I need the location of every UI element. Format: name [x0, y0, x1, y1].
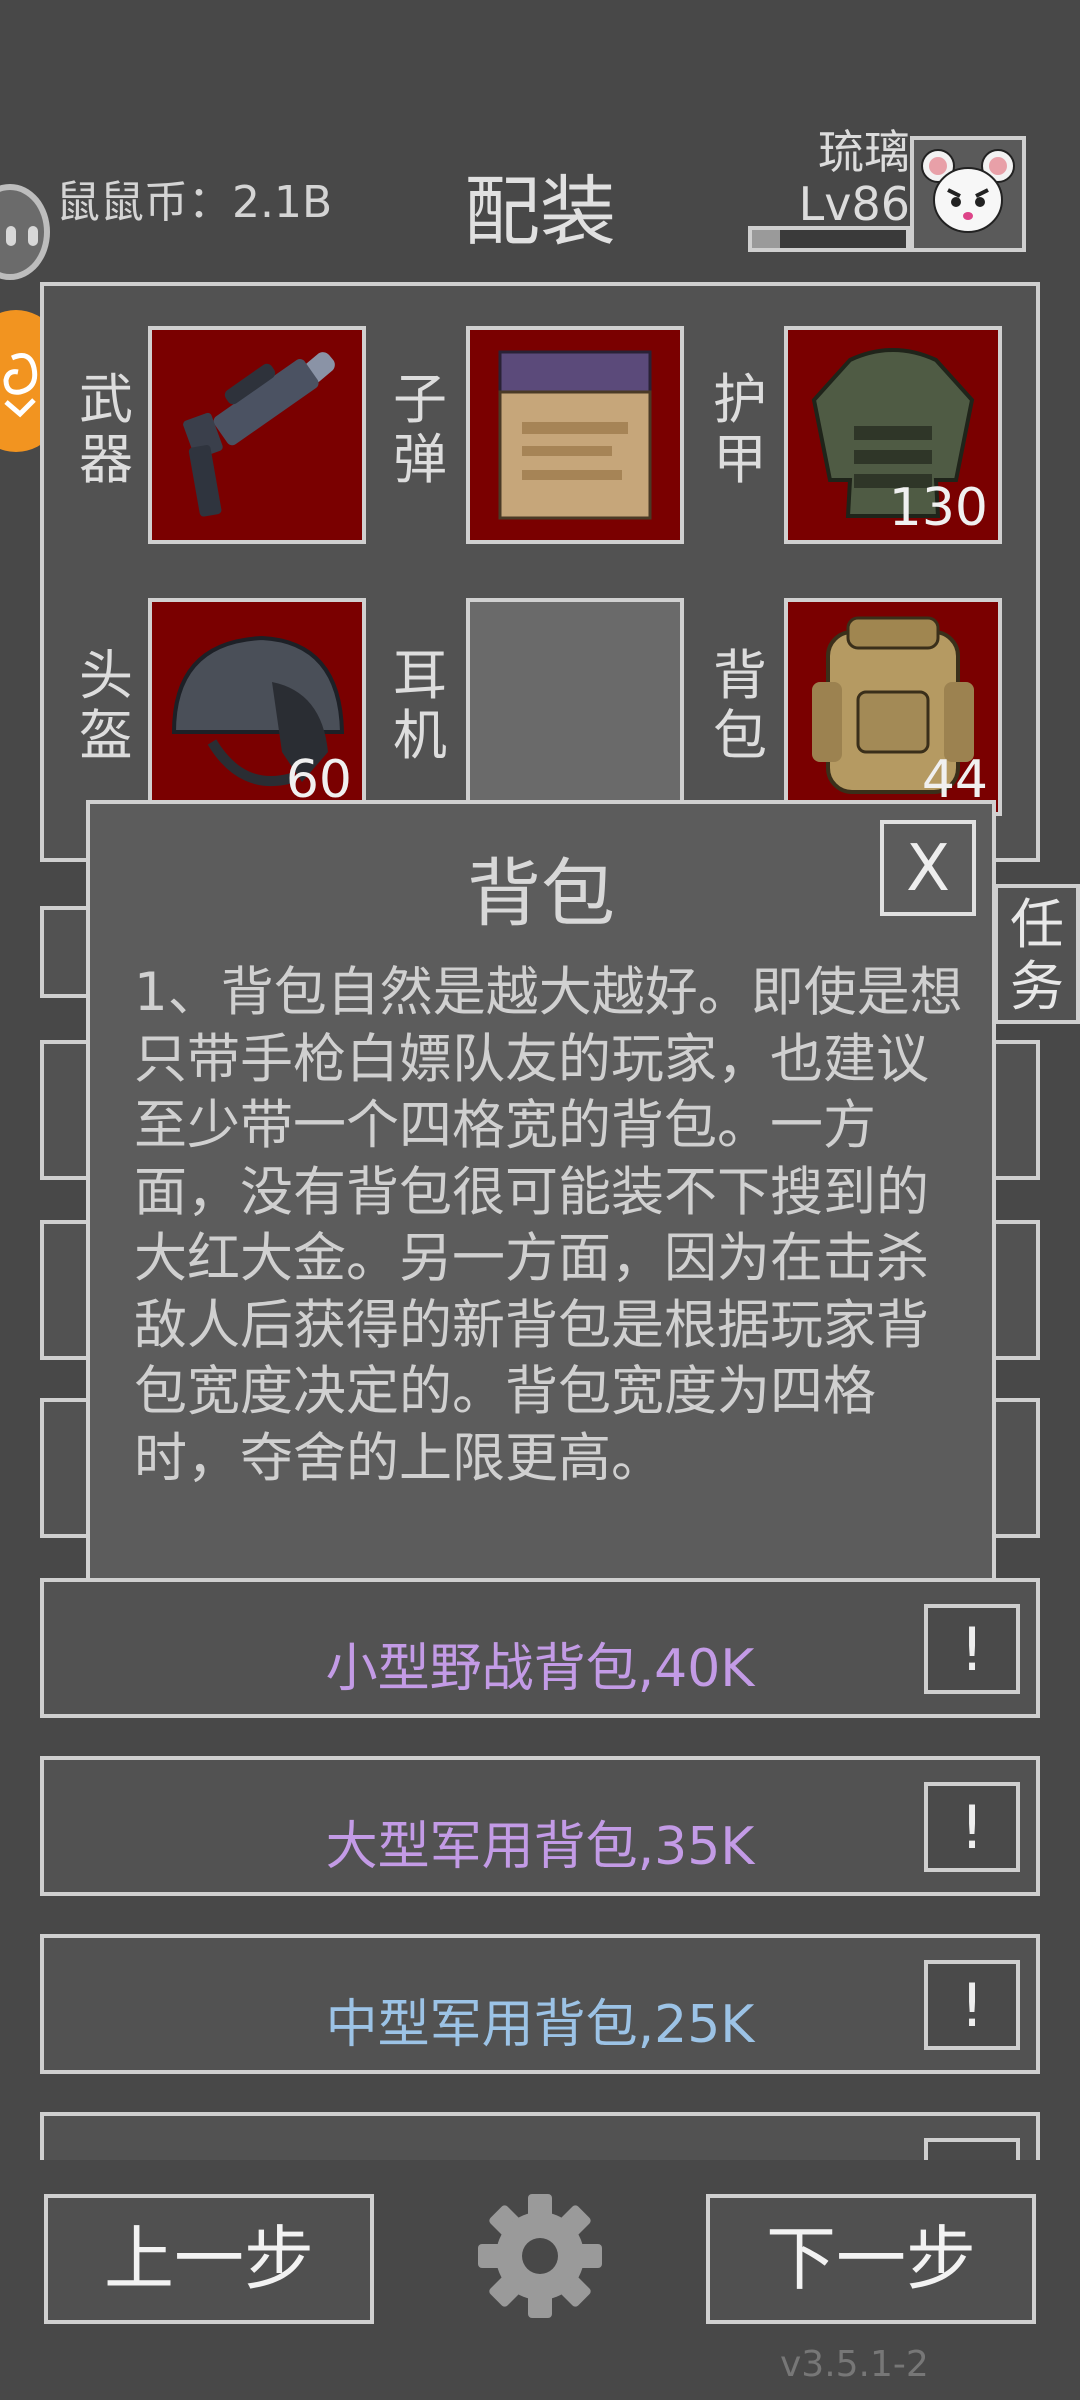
level-progress-bar — [748, 226, 910, 252]
dialog-body: 1、背包自然是越大越好。即使是想只带手枪白嫖队友的玩家，也建议至少带一个四格宽的… — [134, 962, 963, 1489]
previous-step-button[interactable]: 上一步 — [44, 2194, 374, 2324]
player-name: 琉璃 — [818, 125, 910, 179]
avatar[interactable] — [910, 136, 1026, 252]
list-item-medium-military-backpack[interactable]: 中型军用背包,25K ! — [40, 1934, 1040, 2074]
dialog-title: 背包 — [467, 851, 615, 937]
level-progress-fill — [752, 230, 780, 248]
item-name: 中型军用背包,25K — [325, 1995, 755, 2055]
armor-slot[interactable]: 130 — [784, 326, 1002, 544]
player-level: Lv86 — [798, 177, 910, 231]
armor-durability: 130 — [888, 478, 988, 538]
helmet-slot[interactable]: 60 — [148, 598, 366, 816]
gear-icon — [478, 2194, 602, 2318]
mouse-avatar-icon — [921, 149, 1015, 233]
ammo-slot[interactable] — [466, 326, 684, 544]
info-button[interactable]: ! — [924, 1782, 1020, 1872]
info-button[interactable]: ! — [924, 1604, 1020, 1694]
list-item-small-field-backpack[interactable]: 小型野战背包,40K ! — [40, 1578, 1040, 1718]
info-dialog: 背包 X 1、背包自然是越大越好。即使是想只带手枪白嫖队友的玩家，也建议至少带一… — [86, 800, 996, 1598]
rifle-icon — [183, 352, 335, 517]
backpack-slot-label: 背包 — [713, 644, 767, 767]
backpack-slot[interactable]: 44 — [784, 598, 1002, 816]
ammo-box-icon — [498, 350, 652, 520]
info-button[interactable]: ! — [924, 1960, 1020, 2050]
settings-button[interactable] — [474, 2190, 606, 2322]
headset-slot[interactable] — [466, 598, 684, 816]
helmet-slot-label: 头盔 — [79, 644, 133, 767]
list-item-large-military-backpack[interactable]: 大型军用背包,35K ! — [40, 1756, 1040, 1896]
headset-slot-label: 耳机 — [393, 644, 447, 767]
player-info: 琉璃 Lv86 — [799, 126, 910, 230]
next-step-button[interactable]: 下一步 — [706, 2194, 1036, 2324]
weapon-slot[interactable] — [148, 326, 366, 544]
item-name: 大型军用背包,35K — [325, 1817, 755, 1877]
version-label: v3.5.1-2 — [780, 2344, 929, 2385]
weapon-slot-label: 武器 — [79, 368, 133, 491]
ammo-slot-label: 子弹 — [393, 368, 447, 491]
item-name: 小型野战背包,40K — [325, 1639, 755, 1699]
armor-slot-label: 护甲 — [713, 368, 767, 491]
task-tab[interactable]: 任务 — [994, 884, 1080, 1024]
close-button[interactable]: X — [880, 820, 976, 916]
